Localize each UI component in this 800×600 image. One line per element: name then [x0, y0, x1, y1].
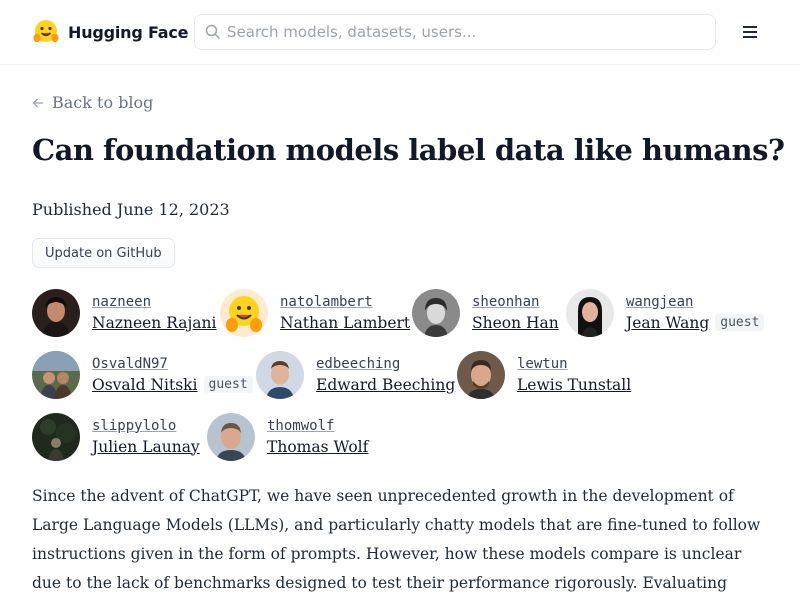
avatar	[32, 413, 80, 461]
back-to-blog-link[interactable]: Back to blog	[32, 93, 153, 112]
author-card[interactable]: lewtun Lewis Tunstall	[457, 351, 631, 399]
published-date: June 12, 2023	[116, 200, 230, 219]
top-nav: Hugging Face	[0, 0, 800, 65]
author-username[interactable]: edbeeching	[316, 355, 455, 374]
hugging-face-logo-link[interactable]: Hugging Face	[32, 16, 189, 48]
search-box[interactable]	[194, 14, 716, 50]
guest-badge: guest	[203, 376, 253, 393]
avatar	[207, 413, 255, 461]
author-username[interactable]: sheonhan	[472, 293, 559, 312]
search-icon	[205, 24, 221, 40]
author-name[interactable]: Lewis Tunstall	[517, 374, 631, 396]
author-name[interactable]: Julien Launay	[92, 436, 200, 458]
avatar	[256, 351, 304, 399]
author-card[interactable]: edbeeching Edward Beeching	[256, 351, 455, 399]
author-card[interactable]: nazneen Nazneen Rajani	[32, 289, 216, 337]
author-name[interactable]: Sheon Han	[472, 312, 559, 334]
article-title: Can foundation models label data like hu…	[32, 133, 785, 167]
author-name[interactable]: Nathan Lambert	[280, 312, 410, 334]
author-name[interactable]: Osvald Nitski	[92, 374, 198, 396]
author-card[interactable]: thomwolf Thomas Wolf	[207, 413, 368, 461]
back-to-blog-label: Back to blog	[52, 93, 154, 112]
author-card[interactable]: wangjean Jean Wang guest	[566, 289, 765, 337]
published-label: Published	[32, 200, 112, 219]
author-card[interactable]: sheonhan Sheon Han	[412, 289, 559, 337]
avatar	[412, 289, 460, 337]
avatar	[566, 289, 614, 337]
author-name[interactable]: Edward Beeching	[316, 374, 455, 396]
logo-text: Hugging Face	[68, 22, 189, 42]
guest-badge: guest	[715, 314, 765, 331]
update-on-github-button[interactable]: Update on GitHub	[32, 238, 175, 268]
author-card[interactable]: slippylolo Julien Launay	[32, 413, 200, 461]
author-card[interactable]: natolambert Nathan Lambert	[220, 289, 410, 337]
hamburger-menu-icon	[743, 26, 757, 38]
arrow-left-icon	[32, 98, 43, 107]
author-username[interactable]: wangjean	[626, 293, 764, 312]
author-name[interactable]: Nazneen Rajani	[92, 312, 216, 334]
author-username[interactable]: OsvaldN97	[92, 355, 253, 374]
avatar	[220, 289, 268, 337]
author-username[interactable]: nazneen	[92, 293, 216, 312]
author-username[interactable]: slippylolo	[92, 417, 200, 436]
author-username[interactable]: natolambert	[280, 293, 410, 312]
search-input[interactable]	[227, 23, 697, 41]
avatar	[32, 351, 80, 399]
author-name[interactable]: Thomas Wolf	[267, 436, 368, 458]
avatar	[32, 289, 80, 337]
author-name[interactable]: Jean Wang	[626, 312, 709, 334]
author-card[interactable]: OsvaldN97 Osvald Nitski guest	[32, 351, 253, 399]
hugging-face-icon	[33, 20, 59, 43]
article-intro-paragraph: Since the advent of ChatGPT, we have see…	[32, 487, 761, 592]
author-username[interactable]: thomwolf	[267, 417, 368, 436]
author-username[interactable]: lewtun	[517, 355, 631, 374]
hamburger-menu-button[interactable]	[738, 22, 762, 42]
avatar	[457, 351, 505, 399]
published-line: Published June 12, 2023	[32, 200, 230, 219]
